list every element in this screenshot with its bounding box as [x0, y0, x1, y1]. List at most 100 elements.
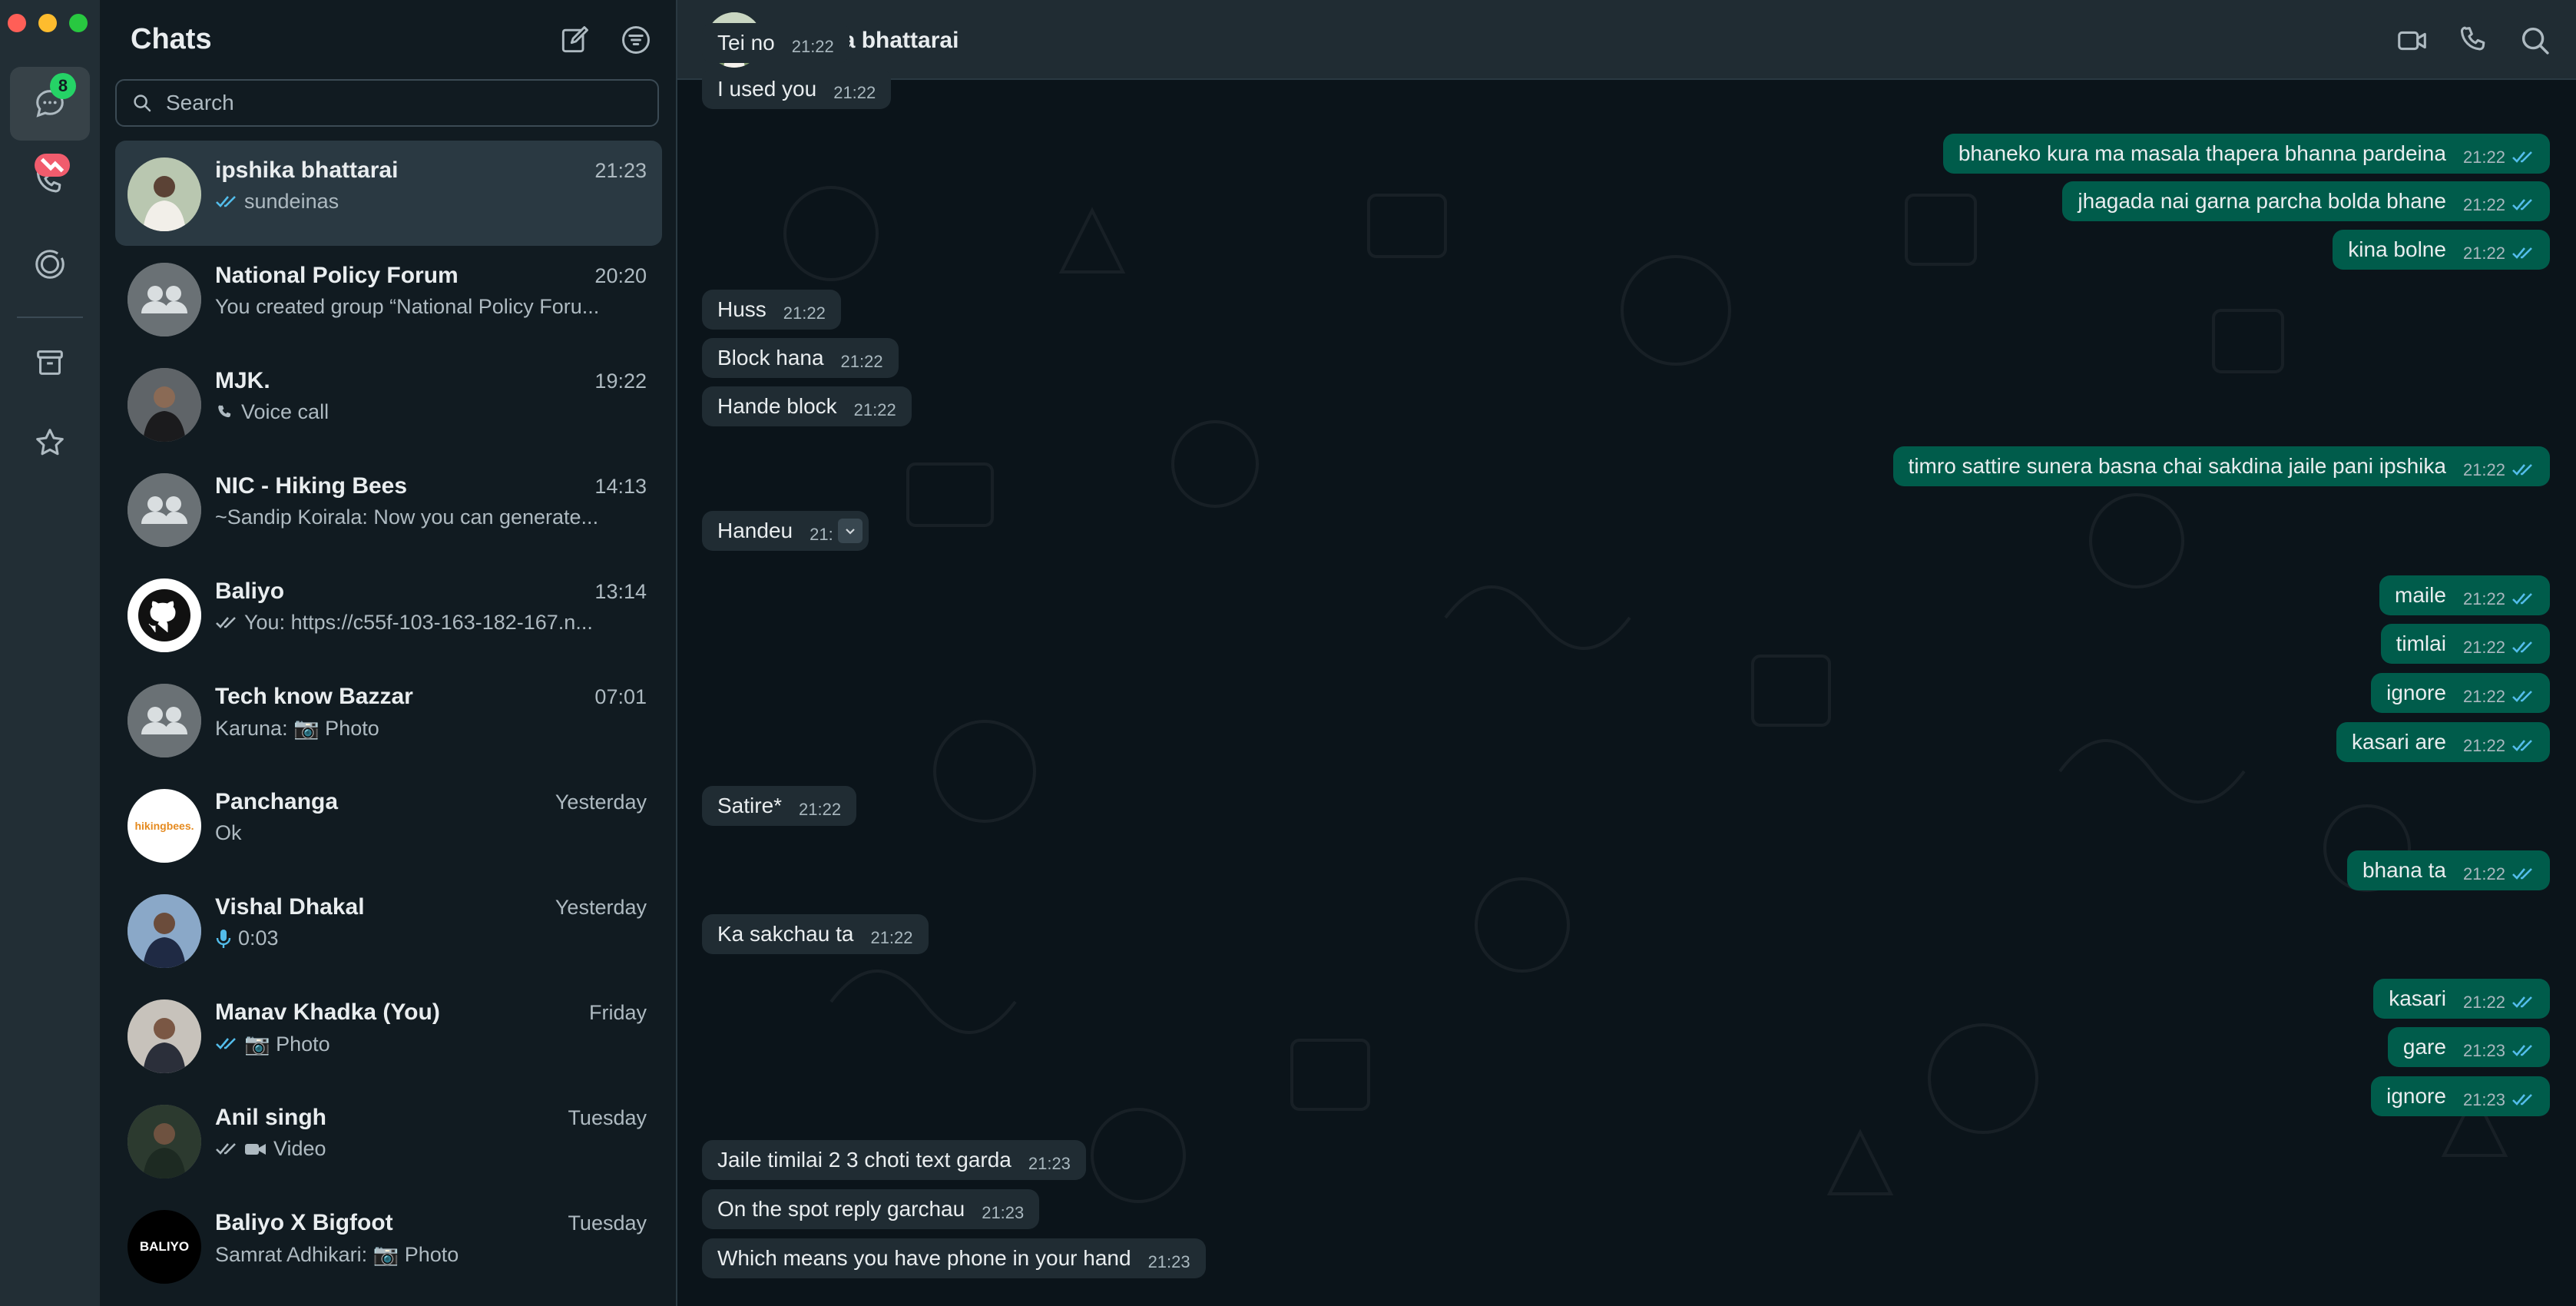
rail-status-button[interactable]: [10, 227, 90, 301]
message-time: 21:22: [2462, 460, 2505, 479]
chat-preview: 📷 Photo: [215, 1032, 614, 1056]
incoming-message[interactable]: Ka sakchau ta 21:22: [702, 914, 929, 954]
read-receipt-icon: [2512, 740, 2532, 751]
chat-preview-text: You created group “National Policy Foru.…: [215, 295, 600, 318]
outgoing-message[interactable]: bhaneko kura ma masala thapera bhanna pa…: [1942, 134, 2550, 174]
chat-name: NIC - Hiking Bees: [215, 473, 408, 499]
incoming-message[interactable]: Huss 21:22: [702, 290, 841, 330]
incoming-message[interactable]: Satire* 21:22: [702, 786, 857, 826]
chat-list-item[interactable]: Tech know Bazzar 07:01 Karuna: 📷 Photo: [115, 667, 662, 772]
chat-list-item[interactable]: Anil singh Tuesday Video: [115, 1088, 662, 1193]
chat-avatar: BALIYO: [127, 1210, 201, 1284]
profile-photo: [127, 999, 201, 1073]
rail-divider: [17, 317, 83, 318]
filter-icon[interactable]: [619, 23, 653, 57]
profile-photo: [127, 894, 201, 968]
chat-list-item[interactable]: Vishal Dhakal Yesterday 0:03: [115, 877, 662, 983]
message-text: kina bolne: [2348, 237, 2446, 261]
search-icon: [134, 94, 151, 112]
double-check-icon: [216, 1038, 236, 1049]
voice-call-icon[interactable]: [2456, 23, 2492, 58]
message-text: ignore: [2386, 681, 2446, 704]
outgoing-message[interactable]: bhana ta 21:22: [2346, 850, 2550, 890]
window-zoom-button[interactable]: [69, 14, 88, 32]
unread-count-badge: 8: [50, 73, 76, 99]
chat-preview-text: 📷 Photo: [244, 1033, 330, 1056]
read-receipt-icon: [2512, 868, 2532, 880]
group-avatar-icon: [127, 473, 201, 547]
message-time: 21:23: [1028, 1154, 1071, 1173]
search-box[interactable]: [115, 79, 659, 127]
rail-archive-button[interactable]: [10, 326, 90, 399]
incoming-message[interactable]: Jaile timilai 2 3 choti text garda 21:23: [702, 1140, 1086, 1180]
incoming-message[interactable]: On the spot reply garchau 21:23: [702, 1189, 1040, 1229]
message-time: 21:23: [1147, 1252, 1190, 1271]
rail-chats-button[interactable]: 8: [10, 67, 90, 141]
chat-list-item[interactable]: NIC - Hiking Bees 14:13 ~Sandip Koirala: N…: [115, 456, 662, 562]
read-receipt-icon: [2512, 593, 2532, 605]
profile-photo: [127, 157, 201, 231]
window-minimize-button[interactable]: [38, 14, 57, 32]
outgoing-message[interactable]: kasari 21:22: [2373, 979, 2550, 1019]
chat-time: 14:13: [594, 475, 647, 498]
message-menu-chevron[interactable]: [837, 519, 863, 543]
chat-list-item[interactable]: Manav Khadka (You) Friday 📷 Photo: [115, 983, 662, 1088]
outgoing-message[interactable]: maile 21:22: [2379, 575, 2550, 615]
rail-starred-button[interactable]: [10, 406, 90, 479]
incoming-message[interactable]: Tei no 21:22: [702, 23, 849, 63]
message-time: 21:22: [791, 37, 834, 56]
search-input[interactable]: [164, 90, 628, 116]
new-chat-icon[interactable]: [558, 23, 591, 57]
outgoing-message[interactable]: ignore 21:23: [2371, 1076, 2550, 1116]
profile-photo: [127, 368, 201, 442]
incoming-message[interactable]: Block hana 21:22: [702, 338, 899, 378]
message-list[interactable]: Tei no 21:22 I used you 21:22 bhaneko kura m…: [677, 23, 2576, 1306]
message-text: Tei no: [717, 31, 775, 55]
message-time: 21:22: [833, 83, 876, 102]
outgoing-message[interactable]: jhagada nai garna parcha bolda bhane 21:2…: [2062, 181, 2550, 221]
chat-time: 20:20: [594, 264, 647, 287]
chat-list-item[interactable]: National Policy Forum 20:20 You created gr…: [115, 246, 662, 351]
message-time: 21:22: [2462, 244, 2505, 263]
chat-list-item[interactable]: MJK. 19:22 Voice call: [115, 351, 662, 456]
chat-avatar: [127, 684, 201, 757]
outgoing-message[interactable]: kina bolne 21:22: [2333, 230, 2550, 270]
outgoing-message[interactable]: gare 21:23: [2387, 1027, 2550, 1067]
outgoing-message[interactable]: ignore 21:22: [2371, 673, 2550, 713]
read-receipt-icon: [2512, 996, 2532, 1008]
outgoing-message[interactable]: timro sattire sunera basna chai sakdina …: [1892, 446, 2550, 486]
chat-list-item[interactable]: ipshika bhattarai 21:23 sundeinas: [115, 141, 662, 246]
microphone-icon: [216, 929, 231, 948]
outgoing-message[interactable]: timlai 21:22: [2380, 624, 2550, 664]
chat-preview-text: 0:03: [238, 926, 279, 950]
chat-time: 21:23: [594, 159, 647, 182]
incoming-message[interactable]: Which means you have phone in your hand 2…: [702, 1238, 1206, 1278]
chat-preview: You created group “National Policy Foru.…: [215, 295, 614, 319]
chat-name: Baliyo: [215, 578, 285, 604]
incoming-message[interactable]: Hande block 21:22: [702, 386, 912, 426]
message-time: 21:22: [2462, 864, 2505, 883]
chat-list-item[interactable]: BALIYO Baliyo X Bigfoot Tuesday Samrat Adhi…: [115, 1193, 662, 1298]
chat-list-item[interactable]: Baliyo 13:14 You: https://c55f-103-163-182…: [115, 562, 662, 667]
chat-name: MJK.: [215, 368, 270, 393]
chat-name: Vishal Dhakal: [215, 894, 365, 920]
search-messages-icon[interactable]: [2518, 23, 2553, 58]
incoming-message[interactable]: Handeu 21:: [702, 511, 869, 551]
message-time: 21:23: [2462, 1041, 2505, 1060]
message-text: ignore: [2386, 1084, 2446, 1108]
read-receipt-icon: [2512, 1094, 2532, 1105]
message-time: 21:22: [2462, 148, 2505, 167]
conversation-header[interactable]: ipshika bhattarai: [677, 0, 2576, 80]
message-time: 21:: [810, 525, 833, 544]
incoming-message[interactable]: I used you 21:22: [702, 69, 892, 109]
message-text: Ka sakchau ta: [717, 922, 854, 946]
rail-calls-button[interactable]: [10, 146, 90, 220]
profile-photo: [127, 1105, 201, 1178]
chat-preview: Voice call: [215, 400, 614, 424]
outgoing-message[interactable]: kasari are 21:22: [2336, 722, 2550, 762]
chat-list-item[interactable]: hikingbees. Panchanga Yesterday Ok: [115, 772, 662, 877]
message-text: kasari are: [2352, 730, 2446, 754]
window-close-button[interactable]: [8, 14, 26, 32]
message-text: Huss: [717, 297, 767, 321]
video-call-icon[interactable]: [2395, 23, 2430, 58]
